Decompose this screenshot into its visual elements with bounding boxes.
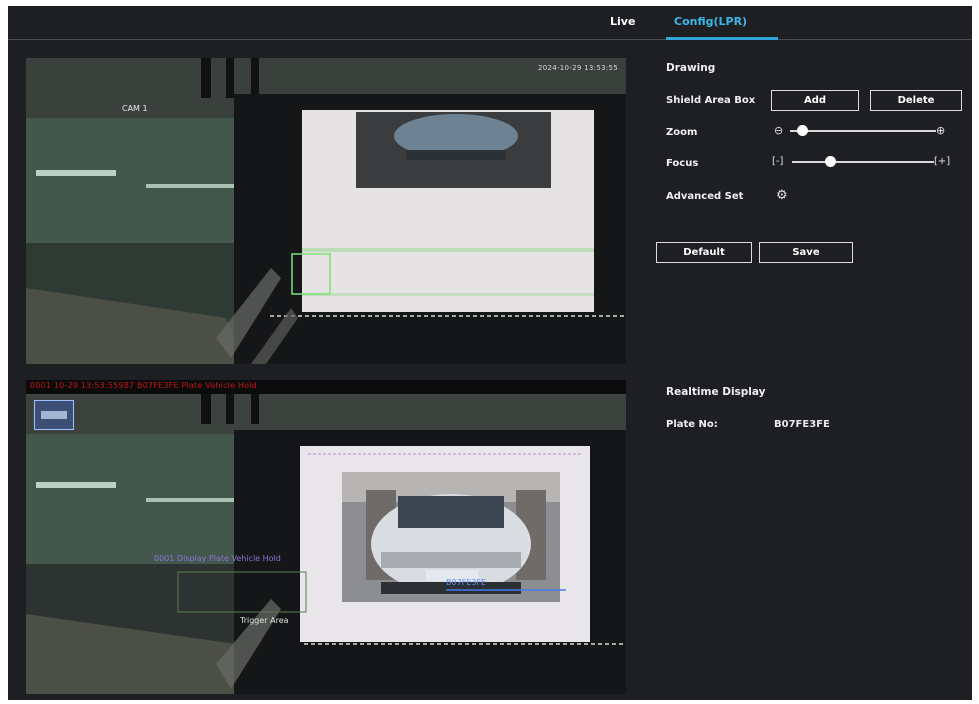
- tab-live[interactable]: Live: [610, 15, 635, 28]
- realtime-display-title: Realtime Display: [666, 386, 766, 398]
- zoom-slider[interactable]: [790, 124, 936, 138]
- recognition-status-strip: 0001 10-29 13:53:55987 B07FE3FE Plate Ve…: [26, 380, 626, 394]
- advanced-set-label: Advanced Set: [666, 191, 744, 202]
- zoom-track: [790, 130, 936, 132]
- live-video-drawing[interactable]: 2024-10-29 13:53:55 CAM 1: [26, 58, 626, 364]
- top-nav: Live Config(LPR): [8, 6, 972, 40]
- zoom-in-icon[interactable]: ⊕: [936, 124, 945, 138]
- save-button[interactable]: Save: [759, 242, 853, 263]
- video-timestamp: 2024-10-29 13:53:55: [537, 64, 618, 72]
- video-frame-bottom: [26, 394, 626, 694]
- app-window: Live Config(LPR) 2024-10-29 13:53:55 CAM…: [8, 6, 972, 700]
- overlay-display-text: 0001 Display Plate Vehicle Hold: [154, 554, 281, 563]
- zoom-thumb[interactable]: [797, 125, 808, 136]
- recognition-status-text: 0001 10-29 13:53:55987 B07FE3FE Plate Ve…: [30, 381, 257, 390]
- zoom-out-icon[interactable]: ⊖: [774, 124, 783, 138]
- zoom-label: Zoom: [666, 127, 698, 138]
- focus-near-icon[interactable]: [-]: [772, 155, 783, 169]
- active-tab-indicator: [666, 37, 778, 40]
- overlay-plate-text: B07FE3FE: [446, 578, 487, 587]
- drawing-title: Drawing: [666, 62, 716, 74]
- recognition-video[interactable]: 0001 Display Plate Vehicle Hold Trigger …: [26, 394, 626, 694]
- delete-shield-button[interactable]: Delete: [870, 90, 962, 111]
- video-frame-top: [26, 58, 626, 364]
- focus-far-icon[interactable]: [+]: [934, 155, 950, 169]
- focus-slider[interactable]: [792, 155, 934, 169]
- overlay-trigger-text: Trigger Area: [240, 616, 289, 625]
- plate-no-label: Plate No:: [666, 419, 718, 430]
- add-shield-button[interactable]: Add: [771, 90, 859, 111]
- plate-thumbnail-icon: [34, 400, 74, 430]
- shield-area-label: Shield Area Box: [666, 95, 756, 106]
- focus-thumb[interactable]: [825, 156, 836, 167]
- tab-config-lpr[interactable]: Config(LPR): [674, 15, 747, 28]
- gear-icon[interactable]: ⚙: [776, 189, 788, 203]
- default-button[interactable]: Default: [656, 242, 752, 263]
- focus-track: [792, 161, 934, 163]
- camera-label: CAM 1: [122, 104, 148, 113]
- plate-no-value: B07FE3FE: [774, 419, 830, 430]
- focus-label: Focus: [666, 158, 699, 169]
